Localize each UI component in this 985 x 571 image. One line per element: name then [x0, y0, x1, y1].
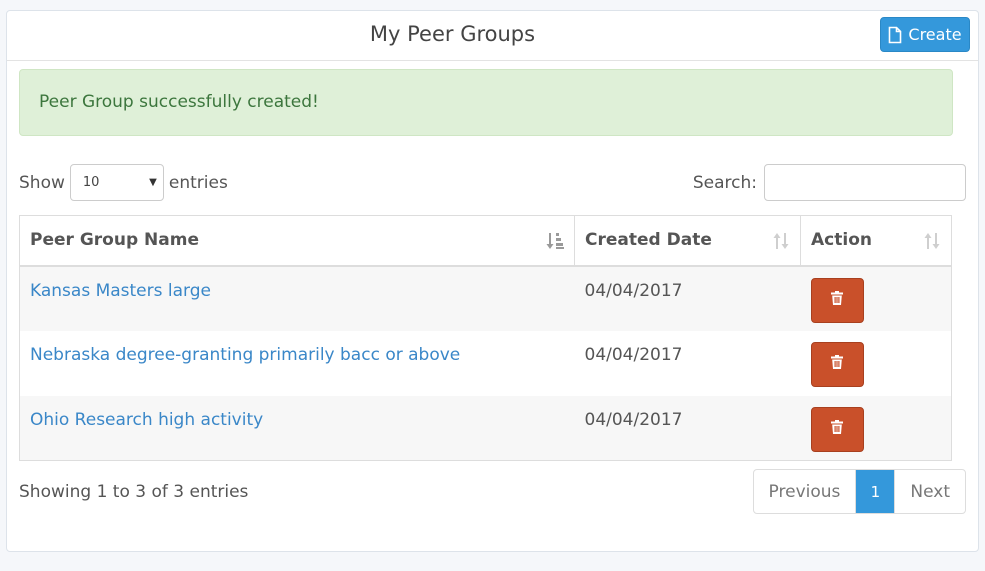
trash-icon: [831, 290, 843, 310]
column-header-date[interactable]: Created Date: [574, 215, 801, 267]
table-info: Showing 1 to 3 of 3 entries: [19, 482, 249, 502]
column-header-label: Created Date: [585, 230, 712, 251]
table-row: Ohio Research high activity 04/04/2017: [19, 395, 952, 461]
column-header-label: Action: [811, 230, 872, 251]
entries-select[interactable]: 10 ▼: [69, 164, 164, 201]
page-button-1[interactable]: 1: [856, 470, 896, 513]
delete-button[interactable]: [810, 341, 864, 387]
sort-both-icon: [772, 231, 790, 256]
peer-group-link[interactable]: Kansas Masters large: [30, 281, 211, 301]
panel-heading: My Peer Groups Create: [7, 11, 978, 61]
page-title: My Peer Groups: [369, 22, 536, 46]
sort-both-icon: [923, 231, 941, 256]
alert-message: Peer Group successfully created!: [39, 92, 319, 112]
search-input[interactable]: [764, 164, 966, 201]
date-cell: 04/04/2017: [574, 265, 801, 331]
entries-select-value: 10: [82, 175, 100, 190]
table-row: Kansas Masters large 04/04/2017: [19, 265, 952, 331]
trash-icon: [831, 354, 843, 374]
date-cell: 04/04/2017: [574, 330, 801, 396]
search-label: Search:: [692, 172, 757, 193]
delete-button[interactable]: [810, 277, 864, 323]
table-row: Nebraska degree-granting primarily bacc …: [19, 330, 952, 396]
sort-ascending-icon: [546, 231, 564, 256]
date-cell: 04/04/2017: [574, 395, 801, 461]
trash-icon: [831, 419, 843, 439]
action-cell: [800, 395, 952, 461]
chevron-down-icon: ▼: [149, 177, 157, 188]
file-icon: [888, 26, 902, 44]
column-header-action[interactable]: Action: [800, 215, 952, 267]
name-cell: Ohio Research high activity: [19, 395, 575, 461]
action-cell: [800, 265, 952, 331]
column-header-name[interactable]: Peer Group Name: [19, 215, 575, 267]
peer-group-link[interactable]: Ohio Research high activity: [30, 410, 263, 430]
show-label: Show: [19, 172, 65, 193]
previous-page-button[interactable]: Previous: [754, 470, 857, 513]
table-header-row: Peer Group Name Created Date Action: [19, 215, 952, 267]
next-page-button[interactable]: Next: [895, 470, 965, 513]
entries-label: entries: [168, 172, 228, 193]
search-control: Search:: [693, 164, 966, 201]
entries-length-control: Show 10 ▼ entries: [19, 164, 228, 201]
create-button-label: Create: [908, 25, 962, 44]
pagination: Previous 1 Next: [752, 469, 966, 514]
column-header-label: Peer Group Name: [30, 230, 199, 251]
delete-button[interactable]: [810, 406, 864, 452]
name-cell: Nebraska degree-granting primarily bacc …: [19, 330, 575, 396]
name-cell: Kansas Masters large: [19, 265, 575, 331]
peer-groups-table: Peer Group Name Created Date Action Kans…: [19, 215, 952, 461]
peer-group-link[interactable]: Nebraska degree-granting primarily bacc …: [30, 345, 460, 365]
create-button[interactable]: Create: [880, 17, 970, 52]
action-cell: [800, 330, 952, 396]
success-alert: Peer Group successfully created!: [19, 69, 953, 136]
